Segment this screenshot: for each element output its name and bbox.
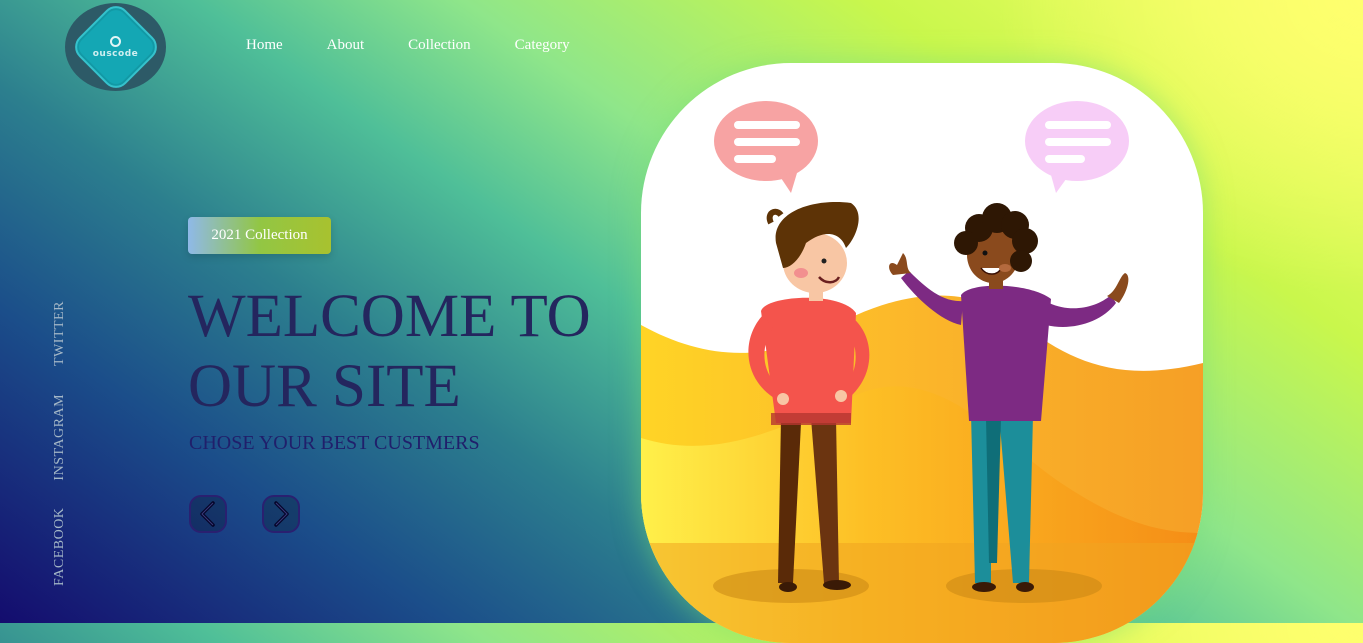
chevron-right-icon	[274, 501, 289, 527]
hero-title: WELCOME TO OUR SITE	[188, 282, 628, 422]
hero-title-line2: OUR SITE	[188, 353, 461, 420]
chevron-left-icon	[200, 501, 215, 527]
logo[interactable]: ouscode	[65, 0, 166, 94]
nav-about[interactable]: About	[327, 37, 365, 54]
social-instagram-link[interactable]: INSTAGRAM	[52, 394, 68, 481]
logo-mark-icon	[110, 35, 121, 47]
hero-title-line1: WELCOME TO	[188, 283, 591, 350]
social-twitter-link[interactable]: TWITTER	[52, 301, 68, 366]
hero-illustration-card	[641, 63, 1203, 643]
main-nav: Home About Collection Category	[246, 37, 614, 54]
nav-collection[interactable]: Collection	[408, 37, 471, 54]
people-talking-illustration	[641, 101, 1203, 643]
logo-text: ouscode	[92, 48, 139, 59]
next-button[interactable]	[262, 495, 300, 533]
social-links: FACEBOOK INSTAGRAM TWITTER	[52, 301, 68, 586]
hero-subtitle: CHOSE YOUR BEST CUSTMERS	[189, 432, 480, 454]
nav-home[interactable]: Home	[246, 37, 283, 54]
nav-category[interactable]: Category	[515, 37, 570, 54]
prev-button[interactable]	[189, 495, 227, 533]
collection-badge[interactable]: 2021 Collection	[188, 217, 331, 254]
social-facebook-link[interactable]: FACEBOOK	[52, 508, 68, 586]
